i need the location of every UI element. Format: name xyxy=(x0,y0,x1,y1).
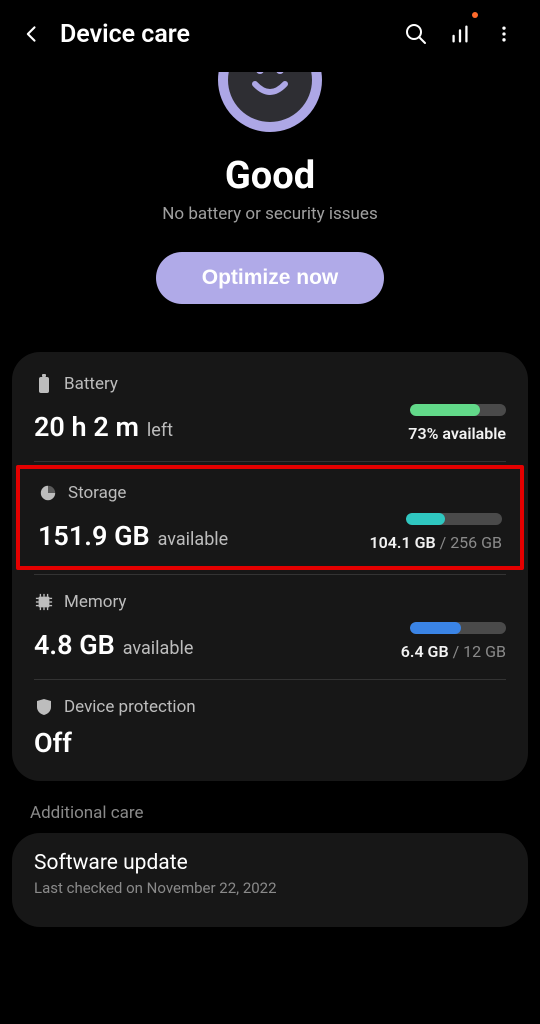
battery-icon xyxy=(34,374,54,394)
memory-icon xyxy=(34,592,54,612)
shield-icon xyxy=(34,697,54,717)
status-subtitle: No battery or security issues xyxy=(0,204,540,224)
memory-value-wrap: 4.8 GB available xyxy=(34,629,193,661)
battery-label: Battery xyxy=(64,374,118,394)
software-update-title: Software update xyxy=(34,851,506,875)
back-button[interactable] xyxy=(16,18,48,50)
memory-used: 6.4 GB xyxy=(401,642,449,661)
battery-meter-fill xyxy=(410,404,480,416)
search-icon xyxy=(404,22,428,46)
memory-value: 4.8 GB xyxy=(34,629,115,661)
software-update-subtitle: Last checked on November 22, 2022 xyxy=(34,879,506,897)
storage-used: 104.1 GB xyxy=(369,533,435,552)
storage-meter xyxy=(406,513,502,525)
memory-meter-fill xyxy=(410,622,461,634)
search-button[interactable] xyxy=(396,14,436,54)
metrics-card: Battery 20 h 2 m left 73% available Stor… xyxy=(12,352,528,781)
battery-value-wrap: 20 h 2 m left xyxy=(34,411,173,443)
memory-suffix: available xyxy=(123,638,194,659)
storage-highlight-box: Storage 151.9 GB available 104.1 GB / 25… xyxy=(16,465,524,570)
battery-available-text: 73% available xyxy=(408,424,506,443)
battery-meter xyxy=(410,404,506,416)
more-vertical-icon xyxy=(494,24,514,44)
back-arrow-icon xyxy=(22,24,42,44)
smile-face-icon xyxy=(240,72,300,110)
status-title: Good xyxy=(0,154,540,198)
protection-label: Device protection xyxy=(64,697,196,717)
memory-total: 12 GB xyxy=(463,642,506,661)
memory-used-total: 6.4 GB / 12 GB xyxy=(401,642,506,661)
storage-row[interactable]: Storage 151.9 GB available 104.1 GB / 25… xyxy=(12,461,528,574)
storage-icon xyxy=(38,483,58,503)
software-update-row[interactable]: Software update Last checked on November… xyxy=(12,833,528,927)
more-button[interactable] xyxy=(484,14,524,54)
storage-value-wrap: 151.9 GB available xyxy=(38,520,228,552)
memory-row[interactable]: Memory 4.8 GB available 6.4 GB / 12 GB xyxy=(12,574,528,679)
additional-care-label: Additional care xyxy=(0,781,540,833)
optimize-button[interactable]: Optimize now xyxy=(156,252,385,304)
storage-total: 256 GB xyxy=(450,533,502,552)
status-hero: Good No battery or security issues Optim… xyxy=(0,64,540,328)
stats-button[interactable] xyxy=(440,14,480,54)
protection-value: Off xyxy=(34,727,72,759)
battery-value: 20 h 2 m xyxy=(34,411,139,443)
battery-row[interactable]: Battery 20 h 2 m left 73% available xyxy=(12,356,528,461)
storage-meter-fill xyxy=(406,513,445,525)
storage-suffix: available xyxy=(158,529,229,550)
memory-label: Memory xyxy=(64,592,126,612)
protection-row[interactable]: Device protection Off xyxy=(12,679,528,777)
storage-used-total: 104.1 GB / 256 GB xyxy=(369,533,502,552)
battery-suffix: left xyxy=(147,420,173,441)
memory-meter xyxy=(410,622,506,634)
storage-value: 151.9 GB xyxy=(38,520,150,552)
notification-dot-icon xyxy=(472,12,478,18)
status-face xyxy=(218,72,322,136)
app-header: Device care xyxy=(0,0,540,64)
storage-label: Storage xyxy=(68,483,126,503)
page-title: Device care xyxy=(60,20,392,49)
bars-icon xyxy=(449,23,471,45)
